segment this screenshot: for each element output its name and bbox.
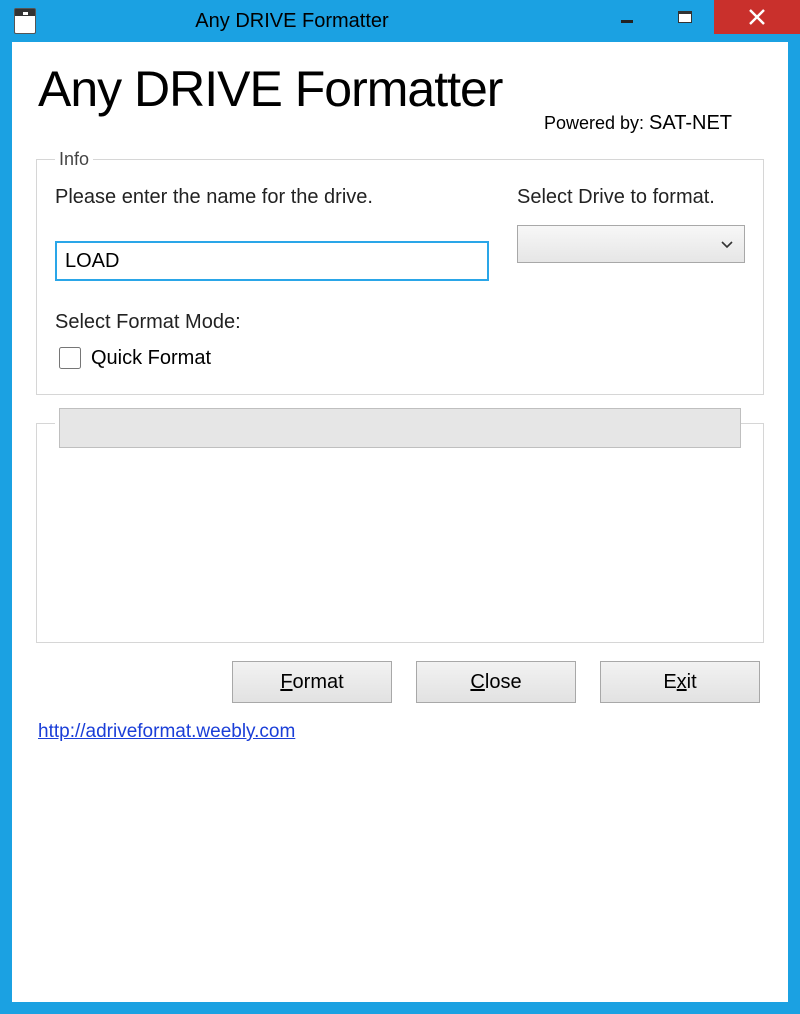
window-title: Any DRIVE Formatter xyxy=(0,10,598,33)
titlebar[interactable]: Any DRIVE Formatter xyxy=(0,0,800,42)
quick-format-row[interactable]: Quick Format xyxy=(55,344,745,372)
close-app-button[interactable]: Close xyxy=(416,661,576,703)
select-drive-label: Select Drive to format. xyxy=(517,184,745,211)
formating-fieldset: Formating xyxy=(36,413,764,643)
app-title: Any DRIVE Formatter xyxy=(38,60,768,118)
minimize-icon xyxy=(620,10,634,24)
app-drive-icon xyxy=(14,8,36,34)
window-frame: Any DRIVE Formatter Any DRIVE Formatter … xyxy=(0,0,800,1014)
drive-select[interactable] xyxy=(517,225,745,263)
drive-name-input[interactable] xyxy=(55,241,489,281)
quick-format-label: Quick Format xyxy=(91,347,211,370)
info-legend: Info xyxy=(55,149,93,170)
info-fieldset: Info Please enter the name for the drive… xyxy=(36,149,764,395)
website-link[interactable]: http://adriveformat.weebly.com xyxy=(38,721,295,743)
maximize-button[interactable] xyxy=(656,0,714,34)
powered-by-brand: SAT-NET xyxy=(649,112,732,134)
format-button-rest: ormat xyxy=(293,671,344,693)
close-button-rest: lose xyxy=(485,671,522,693)
window-controls xyxy=(598,0,800,34)
format-mode-label: Select Format Mode: xyxy=(55,309,745,336)
exit-button-rest: it xyxy=(687,671,697,693)
drive-name-label: Please enter the name for the drive. xyxy=(55,184,489,211)
maximize-icon xyxy=(678,11,692,23)
exit-button[interactable]: Exit xyxy=(600,661,760,703)
quick-format-checkbox[interactable] xyxy=(59,347,81,369)
format-button[interactable]: Format xyxy=(232,661,392,703)
button-row: Format Close Exit xyxy=(32,661,760,703)
minimize-button[interactable] xyxy=(598,0,656,34)
close-button[interactable] xyxy=(714,0,800,34)
close-icon xyxy=(747,7,767,27)
progress-bar xyxy=(59,408,741,448)
client-area: Any DRIVE Formatter Powered by: SAT-NET … xyxy=(12,42,788,1002)
powered-by-label: Powered by: xyxy=(544,113,644,133)
